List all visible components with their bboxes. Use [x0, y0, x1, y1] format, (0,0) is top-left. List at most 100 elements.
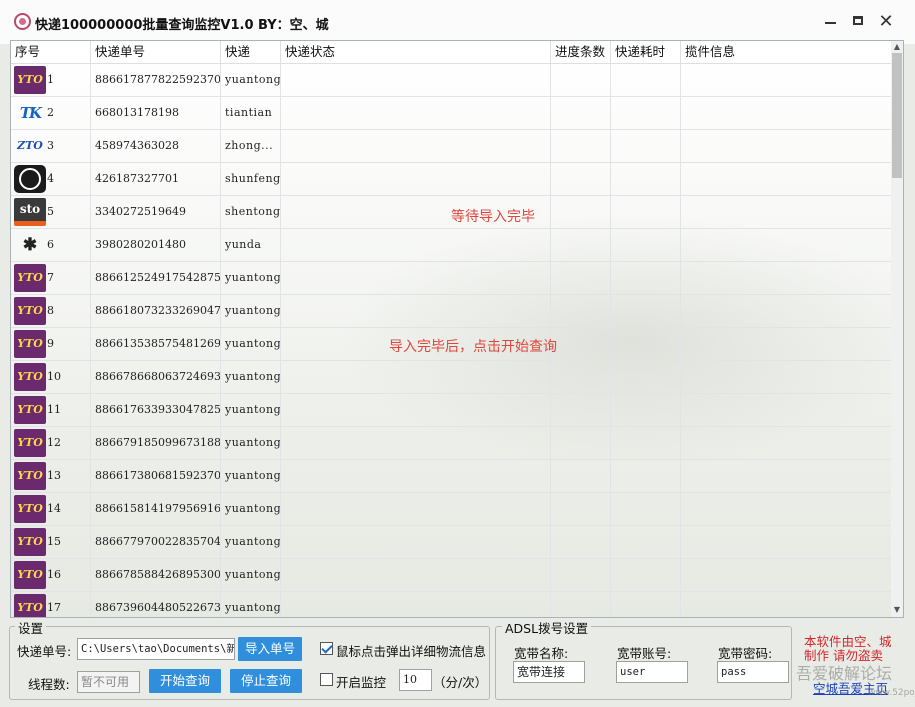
row-index: 8 — [47, 304, 54, 317]
row-index-cell: YTO 15 — [11, 526, 91, 558]
close-button[interactable]: ✕ — [873, 10, 899, 34]
table-row[interactable]: YTO 7 886612524917542875 yuantong — [11, 262, 891, 295]
header-progress-count[interactable]: 进度条数 — [551, 41, 611, 63]
broadband-password-input[interactable]: pass — [717, 661, 789, 683]
tracking-number: 886617877822592370 — [91, 64, 221, 96]
duration-cell — [611, 262, 681, 294]
row-index: 6 — [47, 238, 54, 251]
header-status[interactable]: 快递状态 — [281, 41, 551, 63]
progress-count-cell — [551, 592, 611, 617]
row-index-cell: ZTO 3 — [11, 130, 91, 162]
pickup-info-cell — [681, 328, 891, 360]
table-row[interactable]: YTO 1 886617877822592370 yuantong — [11, 64, 891, 97]
row-index-cell: 4 — [11, 163, 91, 195]
express-company: yuantong — [221, 361, 281, 393]
express-grid[interactable]: 序号 快递单号 快递 快递状态 进度条数 快递耗时 揽件信息 YTO 1 88661… — [10, 40, 904, 618]
row-index: 11 — [47, 403, 61, 416]
header-duration[interactable]: 快递耗时 — [611, 41, 681, 63]
minimize-button[interactable] — [818, 10, 844, 34]
row-index: 2 — [47, 106, 54, 119]
table-row[interactable]: YTO 10 886678668063724693 yuantong — [11, 361, 891, 394]
express-company: yuantong — [221, 328, 281, 360]
table-row[interactable]: YTO 11 886617633933047825 yuantong — [11, 394, 891, 427]
table-row[interactable]: YTO 14 886615814197956916 yuantong — [11, 493, 891, 526]
threads-input: 暂不可用 — [77, 671, 140, 693]
duration-cell — [611, 196, 681, 228]
express-company: yuantong — [221, 559, 281, 591]
progress-count-cell — [551, 295, 611, 327]
yuantong-logo-icon: YTO — [14, 594, 46, 617]
yuantong-logo-icon: YTO — [14, 396, 46, 424]
author-notice-line2: 制作 请勿盗卖 — [804, 648, 883, 663]
tracking-number: 3980280201480 — [91, 229, 221, 261]
progress-count-cell — [551, 328, 611, 360]
monitor-checkbox[interactable] — [320, 673, 333, 686]
header-express[interactable]: 快递 — [221, 41, 281, 63]
monitor-label[interactable]: 开启监控 — [336, 672, 386, 691]
progress-count-cell — [551, 493, 611, 525]
table-row[interactable]: TK 2 668013178198 tiantian — [11, 97, 891, 130]
table-row[interactable]: YTO 12 886679185099673188 yuantong — [11, 427, 891, 460]
interval-input[interactable]: 10 — [399, 669, 432, 691]
table-row[interactable]: YTO 13 886617380681592370 yuantong — [11, 460, 891, 493]
duration-cell — [611, 163, 681, 195]
threads-label: 线程数: — [28, 677, 70, 692]
broadband-account-label: 宽带账号: — [617, 646, 672, 661]
duration-cell — [611, 460, 681, 492]
yuantong-logo-icon: YTO — [14, 462, 46, 490]
scroll-up-icon[interactable]: ▲ — [893, 42, 901, 52]
tracking-number: 886677970022835704 — [91, 526, 221, 558]
row-index: 4 — [47, 172, 54, 185]
express-company: shunfeng — [221, 163, 281, 195]
scroll-down-icon[interactable]: ▼ — [893, 605, 901, 615]
header-index[interactable]: 序号 — [11, 41, 91, 63]
table-row[interactable]: YTO 16 886678588426895300 yuantong — [11, 559, 891, 592]
pickup-info-cell — [681, 559, 891, 591]
progress-count-cell — [551, 196, 611, 228]
pickup-info-cell — [681, 262, 891, 294]
yuantong-logo-icon: YTO — [14, 363, 46, 391]
duration-cell — [611, 97, 681, 129]
broadband-name-input[interactable]: 宽带连接 — [513, 661, 585, 683]
status-cell — [281, 526, 551, 558]
maximize-button[interactable] — [846, 10, 872, 34]
start-query-button[interactable]: 开始查询 — [149, 669, 221, 693]
import-button[interactable]: 导入单号 — [238, 637, 302, 661]
header-number[interactable]: 快递单号 — [91, 41, 221, 63]
pickup-info-cell — [681, 361, 891, 393]
status-cell — [281, 427, 551, 459]
row-index-cell: YTO 17 — [11, 592, 91, 617]
row-index-cell: YTO 7 — [11, 262, 91, 294]
number-path-input[interactable]: C:\Users\tao\Documents\新建 — [77, 638, 235, 660]
yuantong-logo-icon: YTO — [14, 561, 46, 589]
duration-cell — [611, 427, 681, 459]
status-cell — [281, 262, 551, 294]
row-index: 17 — [47, 601, 61, 614]
row-index-cell: YTO 8 — [11, 295, 91, 327]
scroll-thumb[interactable] — [892, 53, 902, 178]
table-row[interactable]: ✱ 6 3980280201480 yunda — [11, 229, 891, 262]
row-index-cell: YTO 9 — [11, 328, 91, 360]
shunfeng-logo-icon — [14, 165, 46, 193]
header-pickup-info[interactable]: 揽件信息 — [681, 41, 891, 63]
express-company: zhong... — [221, 130, 281, 162]
pickup-info-cell — [681, 493, 891, 525]
yuantong-logo-icon: YTO — [14, 429, 46, 457]
express-company: yunda — [221, 229, 281, 261]
tracking-number: 886618073233269047 — [91, 295, 221, 327]
row-index-cell: YTO 12 — [11, 427, 91, 459]
table-row[interactable]: ZTO 3 458974363028 zhong... — [11, 130, 891, 163]
grid-header: 序号 快递单号 快递 快递状态 进度条数 快递耗时 揽件信息 — [11, 41, 891, 64]
table-row[interactable]: YTO 17 886739604480522673 yuantong — [11, 592, 891, 617]
popup-detail-checkbox[interactable] — [320, 642, 333, 655]
popup-detail-label[interactable]: 鼠标点击弹出详细物流信息 — [336, 641, 486, 660]
row-index-cell: YTO 16 — [11, 559, 91, 591]
stop-query-button[interactable]: 停止查询 — [230, 669, 302, 693]
table-row[interactable]: YTO 8 886618073233269047 yuantong — [11, 295, 891, 328]
vertical-scrollbar[interactable]: ▲ ▼ — [891, 41, 903, 617]
row-index: 13 — [47, 469, 61, 482]
table-row[interactable]: YTO 15 886677970022835704 yuantong — [11, 526, 891, 559]
status-cell — [281, 460, 551, 492]
table-row[interactable]: 4 426187327701 shunfeng — [11, 163, 891, 196]
broadband-account-input[interactable]: user — [616, 661, 688, 683]
